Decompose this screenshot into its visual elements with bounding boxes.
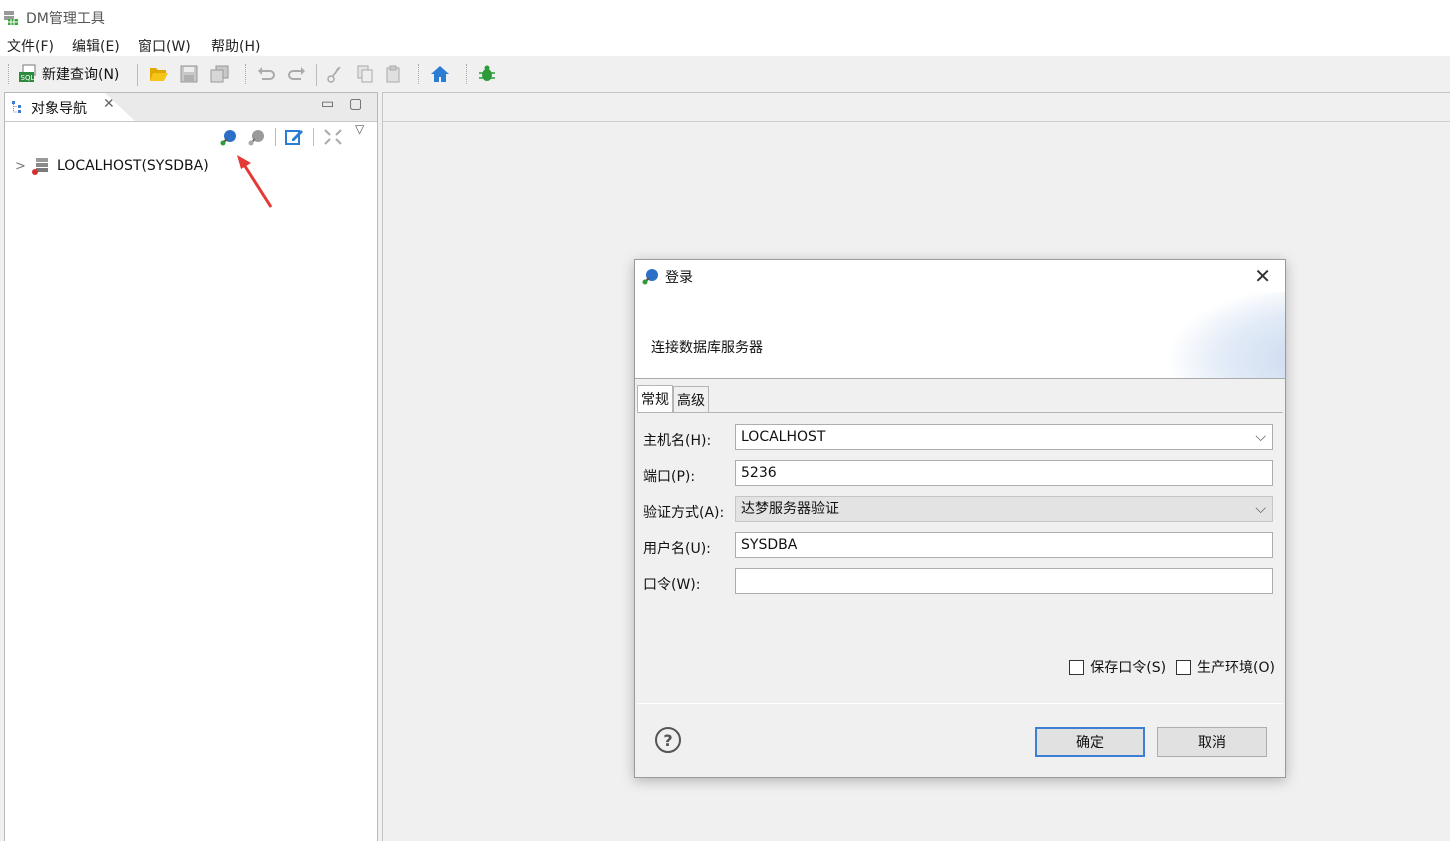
undo-icon xyxy=(258,67,275,80)
window-titlebar: DM管理工具 xyxy=(0,0,1450,34)
toolbar-separator xyxy=(418,64,420,84)
sql-icon: SQL xyxy=(19,64,36,82)
app-icon xyxy=(4,11,18,25)
help-icon[interactable]: ? xyxy=(655,727,681,753)
chevron-down-icon[interactable]: ⌵ xyxy=(1255,501,1266,517)
toolbar-separator xyxy=(137,64,138,86)
home-button[interactable] xyxy=(430,63,450,85)
database-server-icon xyxy=(32,158,48,175)
copy-icon xyxy=(357,65,373,83)
menu-window[interactable]: 窗口(W) xyxy=(138,36,191,56)
paste-icon xyxy=(386,65,400,83)
navigator-toolbar: ▽ xyxy=(5,122,377,150)
maximize-icon[interactable]: ▢ xyxy=(349,96,362,112)
banner-text: 连接数据库服务器 xyxy=(651,340,763,356)
toolbar-separator xyxy=(8,64,10,84)
toolbar-separator xyxy=(466,64,468,84)
navigator-tab-label: 对象导航 xyxy=(31,101,87,117)
menu-help[interactable]: 帮助(H) xyxy=(211,36,260,56)
user-label: 用户名(U): xyxy=(643,541,711,557)
scissors-icon xyxy=(327,66,341,83)
tree-item-label: LOCALHOST(SYSDBA) xyxy=(57,158,209,174)
redo-icon xyxy=(288,67,305,80)
save-all-icon xyxy=(210,65,229,83)
login-icon xyxy=(642,269,658,285)
minimize-icon[interactable]: ▭ xyxy=(321,96,334,112)
svg-text:SQL: SQL xyxy=(21,74,35,82)
close-icon[interactable]: ✕ xyxy=(1254,264,1271,288)
username-value: SYSDBA xyxy=(741,537,798,553)
toolbar-separator xyxy=(275,128,276,146)
password-label: 口令(W): xyxy=(643,577,701,593)
toolbar-separator xyxy=(316,64,317,86)
save-password-label: 保存口令(S) xyxy=(1090,660,1167,676)
tree-view-icon xyxy=(12,101,21,113)
auth-value: 达梦服务器验证 xyxy=(741,501,839,517)
toolbar-separator xyxy=(313,128,314,146)
host-combobox[interactable]: LOCALHOST ⌵ xyxy=(735,424,1273,450)
debug-button[interactable] xyxy=(478,63,496,85)
home-icon xyxy=(431,66,449,82)
save-all-button[interactable] xyxy=(210,63,230,85)
close-tab-icon[interactable]: ✕ xyxy=(103,96,115,112)
editor-divider xyxy=(383,121,1450,122)
username-input[interactable]: SYSDBA xyxy=(735,532,1273,558)
folder-open-icon xyxy=(150,68,168,81)
dialog-tabs: 常规 高级 xyxy=(637,385,709,413)
port-value: 5236 xyxy=(741,465,777,481)
undo-button[interactable] xyxy=(257,63,277,85)
port-label: 端口(P): xyxy=(643,469,696,485)
dialog-title: 登录 xyxy=(665,270,693,286)
new-connection-icon[interactable] xyxy=(219,128,239,146)
tree-item-localhost[interactable]: > LOCALHOST(SYSDBA) xyxy=(15,157,209,175)
cancel-button[interactable]: 取消 xyxy=(1157,727,1267,757)
toolbar-separator xyxy=(245,64,247,84)
save-button[interactable] xyxy=(180,63,198,85)
host-label: 主机名(H): xyxy=(643,433,712,449)
menu-file[interactable]: 文件(F) xyxy=(7,36,54,56)
redo-button[interactable] xyxy=(286,63,306,85)
menu-edit[interactable]: 编辑(E) xyxy=(72,36,120,56)
ok-button[interactable]: 确定 xyxy=(1035,727,1145,757)
banner-decoration xyxy=(1165,292,1285,378)
save-icon xyxy=(180,65,198,83)
tab-general[interactable]: 常规 xyxy=(637,385,673,413)
open-button[interactable] xyxy=(149,63,169,85)
chevron-down-icon[interactable]: ⌵ xyxy=(1255,429,1266,445)
password-input[interactable] xyxy=(735,568,1273,594)
view-menu-icon[interactable]: ▽ xyxy=(355,122,364,136)
cut-button[interactable] xyxy=(326,63,344,85)
host-value: LOCALHOST xyxy=(741,429,826,445)
dialog-titlebar: 登录 ✕ xyxy=(635,260,1285,292)
disconnect-icon[interactable] xyxy=(247,128,267,146)
auth-select[interactable]: 达梦服务器验证 ⌵ xyxy=(735,496,1273,522)
bug-icon xyxy=(479,65,495,81)
collapse-all-icon[interactable] xyxy=(323,128,343,146)
navigator-tab-header: 对象导航 ✕ ▭ ▢ xyxy=(5,93,377,122)
object-navigator-panel: 对象导航 ✕ ▭ ▢ ▽ > LOCALHOST(SYSDBA) xyxy=(4,92,378,841)
tab-object-navigator[interactable]: 对象导航 ✕ xyxy=(5,93,135,121)
production-env-checkbox[interactable] xyxy=(1176,659,1192,675)
dialog-footer: ? 确定 取消 xyxy=(635,705,1285,777)
chevron-right-icon[interactable]: > xyxy=(15,159,31,174)
login-form: 主机名(H): LOCALHOST ⌵ 端口(P): 5236 验证方式(A):… xyxy=(637,412,1283,704)
login-dialog: 登录 ✕ 连接数据库服务器 常规 高级 主机名(H): LOCALHOST ⌵ … xyxy=(634,259,1286,778)
options-row: 保存口令(S) 生产环境(O) xyxy=(1059,657,1275,677)
menu-bar: 文件(F) 编辑(E) 窗口(W) 帮助(H) xyxy=(0,34,1450,56)
copy-button[interactable] xyxy=(356,63,374,85)
save-password-checkbox[interactable] xyxy=(1069,659,1085,675)
main-toolbar: SQL 新建查询(N) xyxy=(0,56,1450,92)
window-title: DM管理工具 xyxy=(26,11,105,27)
tab-advanced[interactable]: 高级 xyxy=(673,386,709,412)
annotation-arrow-icon xyxy=(237,155,273,208)
edit-icon[interactable] xyxy=(285,128,305,146)
dialog-banner: 连接数据库服务器 xyxy=(635,292,1285,379)
auth-label: 验证方式(A): xyxy=(643,505,725,521)
new-query-button[interactable]: SQL 新建查询(N) xyxy=(18,63,119,85)
port-input[interactable]: 5236 xyxy=(735,460,1273,486)
production-env-label: 生产环境(O) xyxy=(1197,660,1275,676)
paste-button[interactable] xyxy=(385,63,403,85)
new-query-label: 新建查询(N) xyxy=(42,67,120,83)
